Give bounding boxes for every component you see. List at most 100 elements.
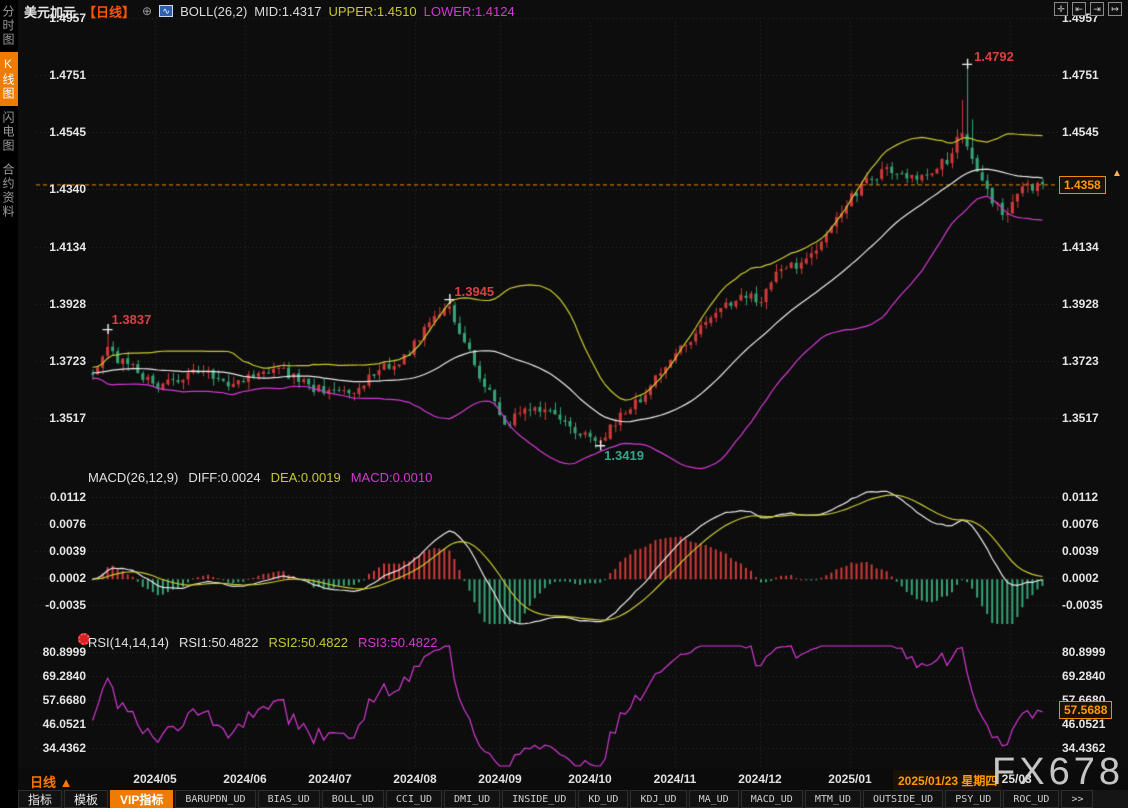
price-axis-tick-left: 1.4340 [36,182,86,196]
x-axis-row: 日线 ▲ 2025/01/23 星期四 2024/05 2024/06 2024/0… [18,769,1128,790]
sidebar-item-tab0[interactable]: 分时图 [0,0,18,52]
x-axis-label: 2024/06 [223,772,266,786]
pan-crosshair-icon[interactable]: ✛ [1054,2,1068,16]
x-axis-label: 2024/05 [133,772,176,786]
price-annotation: 1.3945 [454,284,494,299]
price-axis-tick-left: 1.3723 [36,354,86,368]
rsi-axis-tick-right: 46.0521 [1062,717,1105,731]
rsi-axis-tick-left: 57.6680 [36,693,86,707]
rsi-axis-tick-right: 69.2840 [1062,669,1105,683]
current-rsi-box: 57.5688 [1059,701,1112,719]
rsi-label-row: RSI(14,14,14) RSI1:50.4822 RSI2:50.4822 … [88,635,437,650]
macd-axis-tick-left: 0.0002 [36,571,86,585]
price-axis-tick-left: 1.3517 [36,411,86,425]
price-axis-tick-left: 1.3928 [36,297,86,311]
sidebar-item-tab2[interactable]: 闪电图 [0,106,18,158]
price-axis-tick-right: 1.4545 [1062,125,1099,139]
price-axis-tick-right: 1.3723 [1062,354,1099,368]
macd-axis-tick-right: 0.0112 [1062,490,1098,504]
macd-axis-tick-left: 0.0112 [36,490,86,504]
fx678-watermark: FX678 [992,751,1124,794]
circle-plus-icon[interactable]: ⊕ [142,4,152,18]
rsi2-value: RSI2:50.4822 [268,635,348,650]
toolbar-tab-cci_ud[interactable]: CCI_UD [386,790,442,808]
rsi-name: RSI(14,14,14) [88,635,169,650]
toolbar-tab-kdj_ud[interactable]: KDJ_UD [630,790,686,808]
trading-app-window: 分时图K线图闪电图合约资料 美元加元 【日线】 ⊕ ∿ BOLL(26,2) M… [0,0,1128,808]
price-annotation: 1.4792 [974,49,1014,64]
macd-macd-value: MACD:0.0010 [351,470,433,485]
toolbar-tab-inside_ud[interactable]: INSIDE_UD [502,790,576,808]
macd-name: MACD(26,12,9) [88,470,178,485]
price-up-arrow-icon: ▲ [1112,168,1122,179]
period-label[interactable]: 【日线】 [83,2,135,21]
chart-toolbar: ✛ ⇤ ⇥ ↦ [1054,2,1122,16]
macd-axis-tick-left: 0.0076 [36,517,86,531]
toolbar-tab-mtm_ud[interactable]: MTM_UD [805,790,861,808]
toolbar-tab-psy_ud[interactable]: PSY_UD [945,790,1001,808]
boll-upper-value: UPPER:1.4510 [329,4,417,19]
price-annotation: 1.3419 [604,448,644,463]
price-axis-tick-right: 1.4751 [1062,68,1099,82]
price-axis-tick-left: 1.4545 [36,125,86,139]
x-axis-label: 2024/09 [478,772,521,786]
x-axis-label: 2024/11 [654,772,697,786]
price-axis-tick-right: 1.4134 [1062,240,1099,254]
toolbar-tab-[interactable]: >> [1061,790,1093,808]
macd-axis-tick-right: 0.0076 [1062,517,1099,531]
toolbar-tab-roc_ud[interactable]: ROC_UD [1003,790,1059,808]
boll-mid-value: MID:1.4317 [254,4,321,19]
indicator-chart-icon[interactable]: ∿ [159,5,173,17]
macd-label-row: MACD(26,12,9) DIFF:0.0024 DEA:0.0019 MAC… [88,470,432,485]
price-axis-tick-right: 1.3517 [1062,411,1099,425]
x-axis-label: 2024/08 [393,772,436,786]
price-annotation: 1.3837 [112,312,152,327]
macd-axis-tick-left: -0.0035 [36,598,86,612]
boll-label: BOLL(26,2) [180,4,247,19]
toolbar-tab-macd_ud[interactable]: MACD_UD [741,790,803,808]
rsi-axis-tick-left: 34.4362 [36,741,86,755]
timeframe-selector[interactable]: 日线 ▲ [30,772,72,791]
boll-lower-value: LOWER:1.4124 [424,4,515,19]
price-axis-tick-left: 1.4751 [36,68,86,82]
macd-dea-value: DEA:0.0019 [271,470,341,485]
rsi-axis-tick-right: 80.8999 [1062,645,1105,659]
chart-type-sidebar: 分时图K线图闪电图合约资料 [0,0,18,808]
sidebar-item-tab3[interactable]: 合约资料 [0,158,18,224]
x-axis-label: 2025/01 [828,772,871,786]
toolbar-tab-outside_ud[interactable]: OUTSIDE_UD [863,790,943,808]
rsi1-value: RSI1:50.4822 [179,635,259,650]
toolbar-tab-[interactable]: 模板 [64,790,108,808]
x-axis-label: 2024/10 [568,772,611,786]
x-axis-label: 2024/07 [308,772,351,786]
toolbar-tab-kd_ud[interactable]: KD_UD [578,790,628,808]
toolbar-tab-ma_ud[interactable]: MA_UD [689,790,739,808]
compress-right-icon[interactable]: ⇥ [1090,2,1104,16]
macd-axis-tick-left: 0.0039 [36,544,86,558]
toolbar-tab-dmi_ud[interactable]: DMI_UD [444,790,500,808]
x-axis-label: 2024/12 [738,772,781,786]
compress-left-icon[interactable]: ⇤ [1072,2,1086,16]
chart-header: 美元加元 【日线】 ⊕ ∿ BOLL(26,2) MID:1.4317 UPPE… [24,2,515,20]
indicator-toolbar: 指标模板VIP指标BARUPDN_UDBIAS_UDBOLL_UDCCI_UDD… [18,790,1128,808]
last-date-box: 2025/01/23 星期四 [893,770,1002,791]
sidebar-item-kline[interactable]: K线图 [0,52,18,106]
toolbar-tab-bias_ud[interactable]: BIAS_UD [258,790,320,808]
toolbar-tab-boll_ud[interactable]: BOLL_UD [322,790,384,808]
main-chart-canvas[interactable] [0,0,1128,808]
shift-forward-icon[interactable]: ↦ [1108,2,1122,16]
rsi-axis-tick-left: 69.2840 [36,669,86,683]
macd-axis-tick-right: -0.0035 [1062,598,1103,612]
rsi-axis-tick-left: 80.8999 [36,645,86,659]
toolbar-tab-vip[interactable]: VIP指标 [110,790,173,808]
toolbar-tab-[interactable]: 指标 [18,790,62,808]
price-axis-tick-left: 1.4134 [36,240,86,254]
macd-axis-tick-right: 0.0002 [1062,571,1099,585]
price-axis-tick-right: 1.3928 [1062,297,1099,311]
macd-diff-value: DIFF:0.0024 [188,470,260,485]
symbol-name: 美元加元 [24,2,76,21]
toolbar-tab-barupdn_ud[interactable]: BARUPDN_UD [175,790,255,808]
rsi-axis-tick-left: 46.0521 [36,717,86,731]
macd-axis-tick-right: 0.0039 [1062,544,1099,558]
rsi3-value: RSI3:50.4822 [358,635,438,650]
